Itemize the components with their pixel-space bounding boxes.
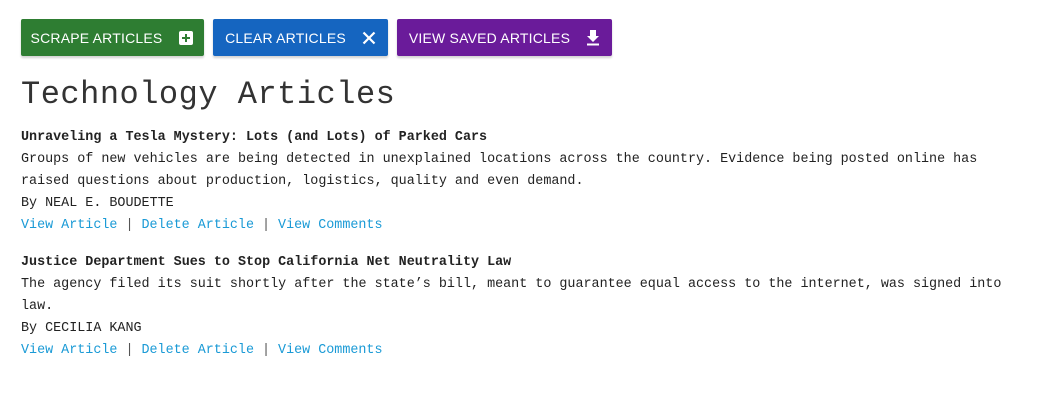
view-saved-articles-label: VIEW SAVED ARTICLES <box>408 29 571 46</box>
link-separator: | <box>261 218 271 233</box>
view-comments-link[interactable]: View Comments <box>278 218 382 233</box>
clear-articles-button[interactable]: CLEAR ARTICLES <box>213 19 388 56</box>
article-actions: View Article | Delete Article | View Comment… <box>21 340 1021 362</box>
view-article-link[interactable]: View Article <box>21 218 117 233</box>
article-title: Justice Department Sues to Stop Californ… <box>21 255 512 270</box>
link-separator: | <box>125 218 134 233</box>
scrape-articles-button[interactable]: SCRAPE ARTICLES <box>21 19 204 56</box>
view-comments-link[interactable]: View Comments <box>278 343 382 358</box>
link-separator: | <box>125 343 134 358</box>
link-separator: | <box>261 343 271 358</box>
article-item: Justice Department Sues to Stop Californ… <box>21 252 1021 362</box>
plus-box-icon <box>178 29 194 47</box>
delete-article-link[interactable]: Delete Article <box>141 218 254 233</box>
view-saved-articles-button[interactable]: VIEW SAVED ARTICLES <box>397 19 612 56</box>
view-article-link[interactable]: View Article <box>21 343 117 358</box>
scrape-articles-label: SCRAPE ARTICLES <box>30 29 163 46</box>
page: SCRAPE ARTICLES CLEAR ARTICLES VIEW SAVE… <box>21 19 1021 362</box>
page-title: Technology Articles <box>21 76 396 113</box>
delete-article-link[interactable]: Delete Article <box>141 343 254 358</box>
toolbar: SCRAPE ARTICLES CLEAR ARTICLES VIEW SAVE… <box>21 19 1021 56</box>
article-actions: View Article | Delete Article | View Comment… <box>21 215 1021 237</box>
clear-articles-label: CLEAR ARTICLES <box>225 29 346 46</box>
article-item: Unraveling a Tesla Mystery: Lots (and Lo… <box>21 127 1021 237</box>
close-icon <box>362 29 376 47</box>
article-title: Unraveling a Tesla Mystery: Lots (and Lo… <box>21 130 488 145</box>
article-byline: By NEAL E. BOUDETTE <box>21 196 174 211</box>
article-summary: The agency filed its suit shortly after … <box>21 277 1002 314</box>
download-icon <box>586 29 600 47</box>
article-byline: By CECILIA KANG <box>21 321 142 336</box>
article-summary: Groups of new vehicles are being detecte… <box>21 152 978 189</box>
